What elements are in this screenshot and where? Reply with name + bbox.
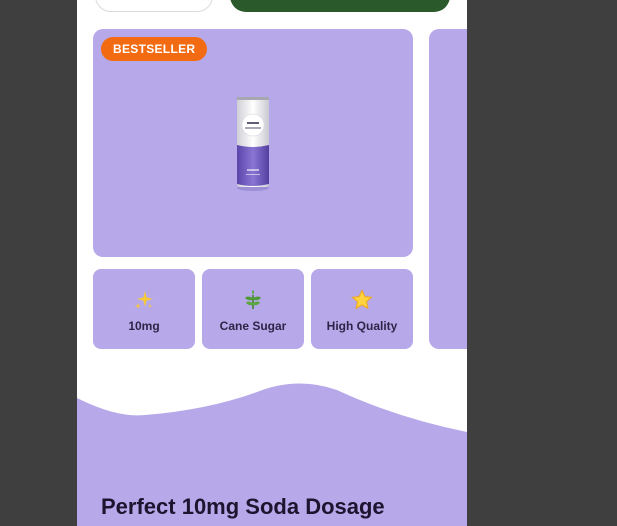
feature-list: 10mg Cane Sugar High Quality — [93, 269, 413, 349]
feature-card-dosage: 10mg — [93, 269, 195, 349]
product-can-image — [235, 95, 271, 191]
product-card[interactable]: BESTSELLER — [93, 29, 413, 257]
secondary-button[interactable] — [95, 0, 213, 12]
feature-card-sugar: Cane Sugar — [202, 269, 304, 349]
next-product-card[interactable] — [429, 29, 467, 349]
feature-label: Cane Sugar — [219, 319, 287, 333]
star-icon — [311, 289, 413, 311]
herb-leaf-icon — [202, 289, 304, 311]
feature-label: High Quality — [326, 319, 398, 333]
bestseller-badge: BESTSELLER — [101, 37, 208, 61]
feature-card-quality: High Quality — [311, 269, 413, 349]
product-page: BESTSELLER 10mg Cane Sugar High Quality … — [77, 0, 467, 526]
feature-label: 10mg — [128, 319, 160, 333]
section-title: Perfect 10mg Soda Dosage — [101, 494, 385, 519]
primary-cta-button[interactable] — [230, 0, 450, 12]
sparkles-icon — [93, 289, 195, 311]
